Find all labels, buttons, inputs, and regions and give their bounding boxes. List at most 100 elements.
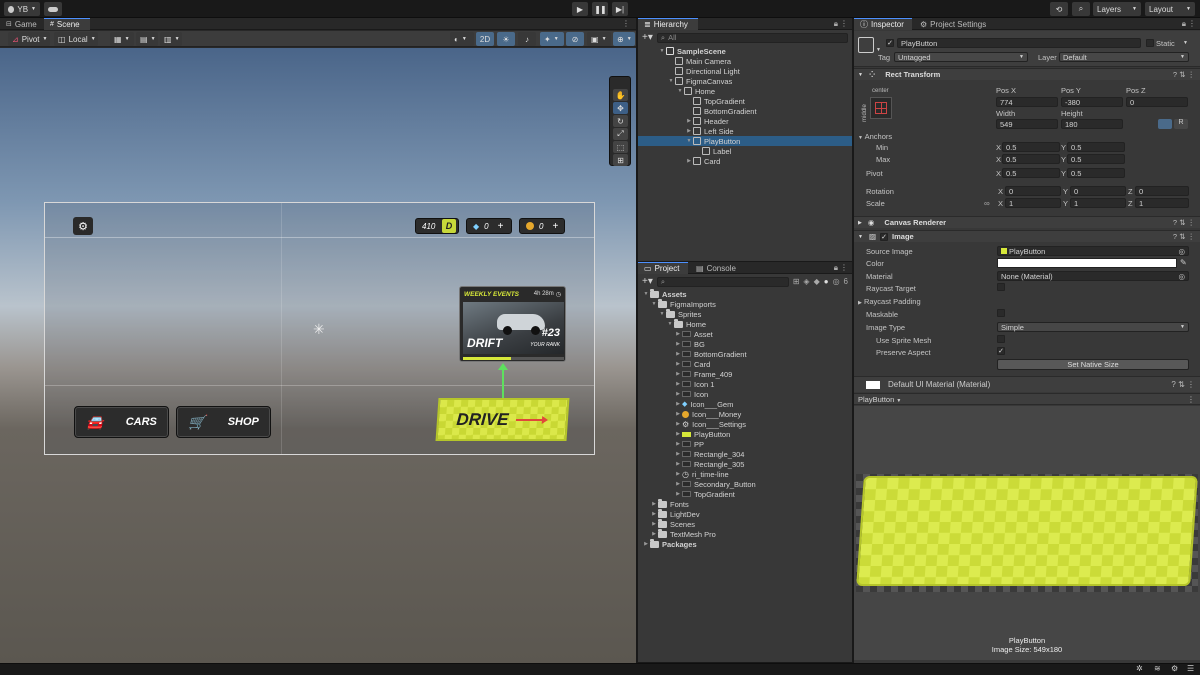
raycast-target-checkbox[interactable] xyxy=(997,283,1005,291)
tree-row[interactable]: ▼ Home xyxy=(638,318,852,329)
rect-transform-header[interactable]: ▼ ⁘ Rect Transform ? ⇅ ⋮ xyxy=(854,68,1200,80)
history-button[interactable]: ⟲ xyxy=(1050,2,1068,16)
rotate-tool-icon[interactable]: ↻ xyxy=(613,115,628,127)
anchor-max-x-field[interactable]: 0.5 xyxy=(1002,154,1060,164)
default-material-header[interactable]: Default UI Material (Material) ? ⇅ ⋮ xyxy=(854,376,1200,392)
tree-row[interactable]: ▶ Asset xyxy=(638,329,852,339)
panel-menu-icon[interactable]: ⋮ xyxy=(1188,19,1196,28)
component-actions-icons[interactable]: ? ⇅ ⋮ xyxy=(1173,232,1195,241)
tree-row[interactable]: TopGradient xyxy=(638,96,852,106)
chevron-right-icon[interactable]: ▶ xyxy=(685,158,693,164)
align-button[interactable]: ▥ ▼ xyxy=(160,32,182,46)
tree-row[interactable]: ▼ FigmaCanvas xyxy=(638,76,852,86)
chevron-right-icon[interactable]: ▶ xyxy=(650,531,658,537)
tree-row[interactable]: ▼ Assets xyxy=(638,288,852,299)
draw-mode-button[interactable]: ◐ ▼ xyxy=(450,32,474,46)
type-filter-icon[interactable]: ◈ xyxy=(803,277,809,286)
chevron-down-icon[interactable]: ▼ xyxy=(667,78,675,84)
lock-icon[interactable]: 🔒︎ xyxy=(1182,19,1186,29)
blueprint-mode-button[interactable] xyxy=(1158,119,1172,129)
tree-row[interactable]: ▶ Icon 1 xyxy=(638,379,852,389)
tree-row[interactable]: Label xyxy=(638,146,852,156)
bug-icon[interactable]: ✲ xyxy=(1136,664,1143,673)
image-header[interactable]: ▼ ▨ ✓ Image ? ⇅ ⋮ xyxy=(854,230,1200,242)
tree-row[interactable]: ▶ Header xyxy=(638,116,852,126)
chevron-right-icon[interactable]: ▶ xyxy=(674,341,682,347)
info-icon[interactable]: ● xyxy=(824,277,829,286)
chevron-down-icon[interactable]: ▼ xyxy=(658,48,666,54)
lighting-toggle[interactable]: ☀ xyxy=(497,32,515,46)
cars-button[interactable]: 🚘 CARS xyxy=(74,406,169,438)
anchors-row[interactable]: ▼ Anchors xyxy=(858,132,892,141)
chevron-right-icon[interactable]: ▶ xyxy=(674,331,682,337)
chevron-right-icon[interactable]: ▶ xyxy=(674,421,682,427)
chevron-right-icon[interactable]: ▶ xyxy=(674,351,682,357)
2d-toggle[interactable]: 2D xyxy=(476,32,494,46)
use-sprite-mesh-checkbox[interactable] xyxy=(997,335,1005,343)
tab-game[interactable]: ⊟ Game xyxy=(0,18,42,30)
object-name-field[interactable]: PlayButton xyxy=(897,38,1141,48)
add-icon[interactable]: +▾ xyxy=(642,276,653,287)
tree-row[interactable]: ▼ PlayButton xyxy=(638,136,852,146)
height-field[interactable]: 180 xyxy=(1061,119,1123,129)
tree-row[interactable]: ▶ ⚙ Icon___Settings xyxy=(638,419,852,429)
component-actions-icons[interactable]: ? ⇅ ⋮ xyxy=(1173,70,1195,79)
component-actions-icons[interactable]: ? ⇅ ⋮ xyxy=(1173,218,1195,227)
color-swatch[interactable] xyxy=(997,258,1177,268)
tree-row[interactable]: ▶ Rectangle_304 xyxy=(638,449,852,459)
tree-row[interactable]: ▶ TextMesh Pro xyxy=(638,528,852,539)
tab-inspector[interactable]: ⓘ Inspector xyxy=(854,18,912,30)
add-icon[interactable]: +▾ xyxy=(642,32,653,43)
layout-dropdown[interactable]: Layout ▼ xyxy=(1145,2,1195,16)
chevron-right-icon[interactable]: ▶ xyxy=(650,521,658,527)
cache-icon[interactable]: ≋ xyxy=(1154,664,1161,673)
chevron-right-icon[interactable]: ▶ xyxy=(674,361,682,367)
tree-row[interactable]: ▶ Icon xyxy=(638,389,852,399)
tree-row[interactable]: ▼ Sprites xyxy=(638,308,852,319)
raycast-padding-row[interactable]: ▶ Raycast Padding xyxy=(858,297,921,306)
tab-project-settings[interactable]: ⚙ Project Settings xyxy=(914,18,994,30)
layers-dropdown[interactable]: Layers ▼ xyxy=(1093,2,1141,16)
chevron-right-icon[interactable]: ▶ xyxy=(674,401,682,407)
pivot-x-field[interactable]: 0.5 xyxy=(1002,168,1060,178)
maskable-checkbox[interactable] xyxy=(997,309,1005,317)
chevron-right-icon[interactable]: ▶ xyxy=(650,511,658,517)
tree-row[interactable]: ▶ TopGradient xyxy=(638,489,852,499)
effects-dropdown[interactable]: ✦ ▼ xyxy=(540,32,564,46)
tree-row[interactable]: ▶ Card xyxy=(638,156,852,166)
chevron-down-icon[interactable]: ▼ xyxy=(676,88,684,94)
lock-icon[interactable]: 🔒︎ xyxy=(834,263,838,273)
search-button[interactable]: ⌕ xyxy=(1072,2,1090,16)
chevron-right-icon[interactable]: ▶ xyxy=(674,411,682,417)
active-checkbox[interactable]: ✓ xyxy=(886,39,894,47)
chevron-right-icon[interactable]: ▶ xyxy=(674,451,682,457)
tree-row[interactable]: ▶ Scenes xyxy=(638,518,852,529)
pivot-dropdown[interactable]: ⊿ Pivot ▼ xyxy=(8,32,50,46)
tree-row[interactable]: ▶ ◷ ri_time-line xyxy=(638,469,852,479)
shop-button[interactable]: 🛒 SHOP xyxy=(176,406,271,438)
audio-toggle[interactable]: ♪ xyxy=(518,32,536,46)
chevron-right-icon[interactable]: ▶ xyxy=(674,471,682,477)
settings-icon[interactable]: ⚙ xyxy=(1171,664,1178,673)
project-search[interactable]: ⌕ xyxy=(656,276,789,287)
link-icon[interactable]: ∞ xyxy=(984,199,990,208)
pos-x-field[interactable]: 774 xyxy=(996,97,1058,107)
local-dropdown[interactable]: ◫ Local ▼ xyxy=(54,32,98,46)
tree-row[interactable]: ▶ Fonts xyxy=(638,498,852,509)
snap-increment-button[interactable]: ▤ ▼ xyxy=(136,32,158,46)
chevron-right-icon[interactable]: ▶ xyxy=(642,541,650,547)
pivot-y-field[interactable]: 0.5 xyxy=(1067,168,1125,178)
tree-row[interactable]: BottomGradient xyxy=(638,106,852,116)
panel-menu-icon[interactable]: ⋮ xyxy=(840,19,848,28)
transform-tool-icon[interactable]: ⊞ xyxy=(613,154,628,166)
rect-tool-icon[interactable]: ⬚ xyxy=(613,141,628,153)
hierarchy-search[interactable]: ⌕ All xyxy=(656,32,848,43)
eye-icon[interactable]: ◎ xyxy=(833,277,840,286)
image-type-dropdown[interactable]: Simple ▼ xyxy=(997,322,1189,332)
chevron-down-icon[interactable]: ▼ xyxy=(1183,40,1188,46)
tree-row[interactable]: ▶ PP xyxy=(638,439,852,449)
tree-row[interactable]: ▶ PlayButton xyxy=(638,429,852,439)
preview-dropdown[interactable]: PlayButton ▼ xyxy=(858,395,901,404)
tree-row[interactable]: ▶ Secondary_Button xyxy=(638,479,852,489)
hidden-toggle[interactable]: ⊘ xyxy=(566,32,584,46)
